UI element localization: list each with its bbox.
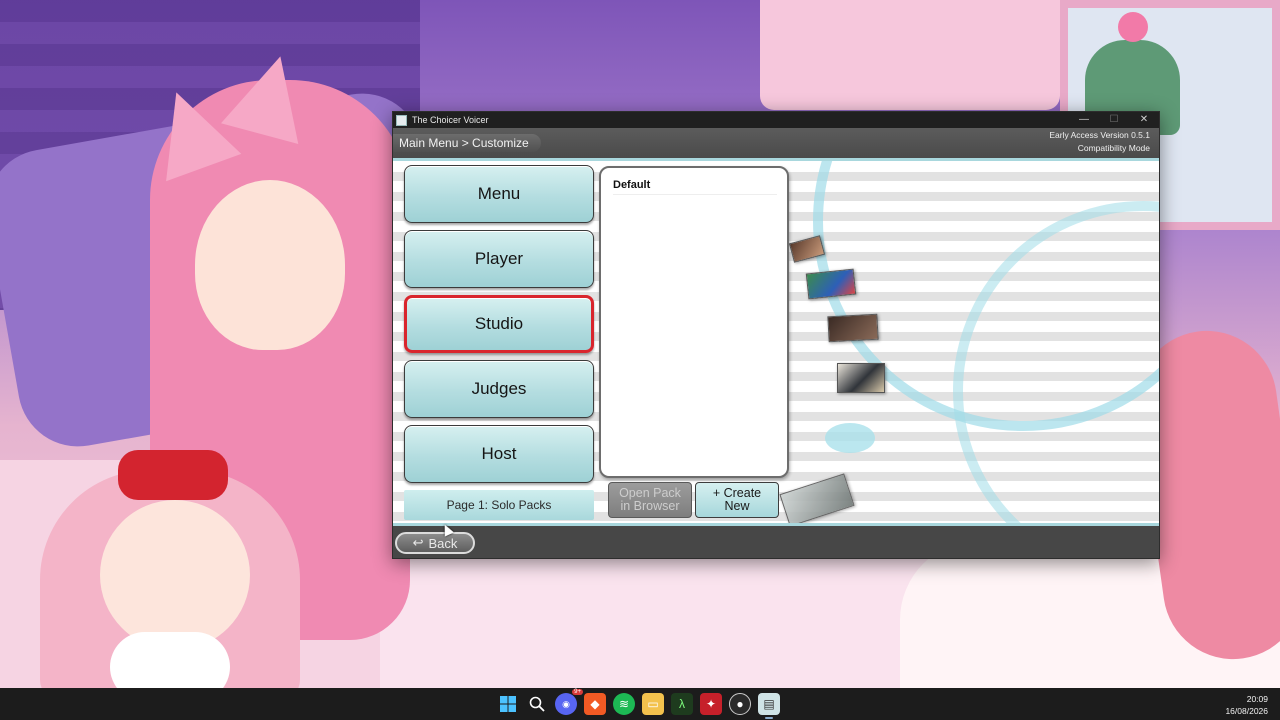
discord-icon[interactable]: ◉ 9+ <box>555 689 583 715</box>
pack-preview-thumbnail <box>779 473 855 523</box>
breadcrumb: Main Menu > Customize <box>393 134 541 152</box>
nav-button-host[interactable]: Host <box>404 425 594 483</box>
version-label: Early Access Version 0.5.1 <box>1049 130 1150 140</box>
windows-start-icon[interactable] <box>497 693 519 715</box>
app-footer: ↩ Back <box>393 529 1159 558</box>
category-nav: Menu Player Studio Judges Host Page 1: S… <box>404 165 594 520</box>
app-window: The Choicer Voicer — ☐ ✕ Main Menu > Cus… <box>392 111 1160 559</box>
clock-date: 16/08/2026 <box>1225 706 1268 716</box>
open-pack-in-browser-button[interactable]: Open Pack in Browser <box>608 482 692 518</box>
customize-panel: Menu Player Studio Judges Host Page 1: S… <box>393 158 1159 526</box>
file-explorer-icon[interactable]: ▭ <box>642 693 664 715</box>
taskbar-clock[interactable]: 20:09 16/08/2026 <box>1225 693 1268 717</box>
back-label: Back <box>428 535 458 551</box>
app-header: Main Menu > Customize Early Access Versi… <box>393 128 1159 158</box>
version-info: Early Access Version 0.5.1 Compatibility… <box>1049 129 1150 155</box>
terminal-icon[interactable]: λ <box>671 693 693 715</box>
back-button[interactable]: ↩ Back <box>395 532 475 554</box>
pack-preview-thumbnail <box>827 313 879 343</box>
create-new-label-line2: New <box>724 499 750 513</box>
title-bar[interactable]: The Choicer Voicer — ☐ ✕ <box>393 112 1159 128</box>
spotify-icon[interactable]: ≋ <box>613 693 635 715</box>
pack-list[interactable]: Default <box>599 166 789 478</box>
nav-button-menu[interactable]: Menu <box>404 165 594 223</box>
choicer-voicer-icon[interactable]: ▤ <box>758 693 780 719</box>
pack-list-item[interactable]: Default <box>613 179 777 195</box>
page-selector[interactable]: Page 1: Solo Packs <box>404 490 594 520</box>
nav-button-studio[interactable]: Studio <box>404 295 594 353</box>
decorative-blob <box>825 423 875 453</box>
clock-time: 20:09 <box>1246 694 1268 704</box>
game-icon[interactable]: ✦ <box>700 693 722 715</box>
brave-icon[interactable]: ◆ <box>584 693 606 715</box>
app-icon <box>396 114 407 126</box>
close-button[interactable]: ✕ <box>1129 112 1159 128</box>
minimize-button[interactable]: — <box>1069 112 1099 128</box>
window-title: The Choicer Voicer <box>412 115 489 125</box>
return-arrow-icon: ↩ <box>412 535 424 550</box>
discord-notification-badge: 9+ <box>572 689 583 695</box>
nav-button-player[interactable]: Player <box>404 230 594 288</box>
obs-icon[interactable]: ● <box>729 693 751 715</box>
search-icon[interactable] <box>526 693 548 715</box>
compatibility-mode-label: Compatibility Mode <box>1077 143 1150 153</box>
nav-button-judges[interactable]: Judges <box>404 360 594 418</box>
create-new-button[interactable]: + Create New <box>695 482 779 518</box>
pack-preview-thumbnail <box>805 268 857 300</box>
maximize-button[interactable]: ☐ <box>1099 112 1129 128</box>
taskbar-icons: ◉ 9+ ◆ ≋ ▭ λ ✦ ● ▤ <box>497 689 780 719</box>
pack-preview-thumbnail <box>837 363 885 393</box>
open-pack-label-line2: in Browser <box>620 499 680 513</box>
taskbar: ◉ 9+ ◆ ≋ ▭ λ ✦ ● ▤ 20:09 16/08/2026 <box>0 688 1280 720</box>
